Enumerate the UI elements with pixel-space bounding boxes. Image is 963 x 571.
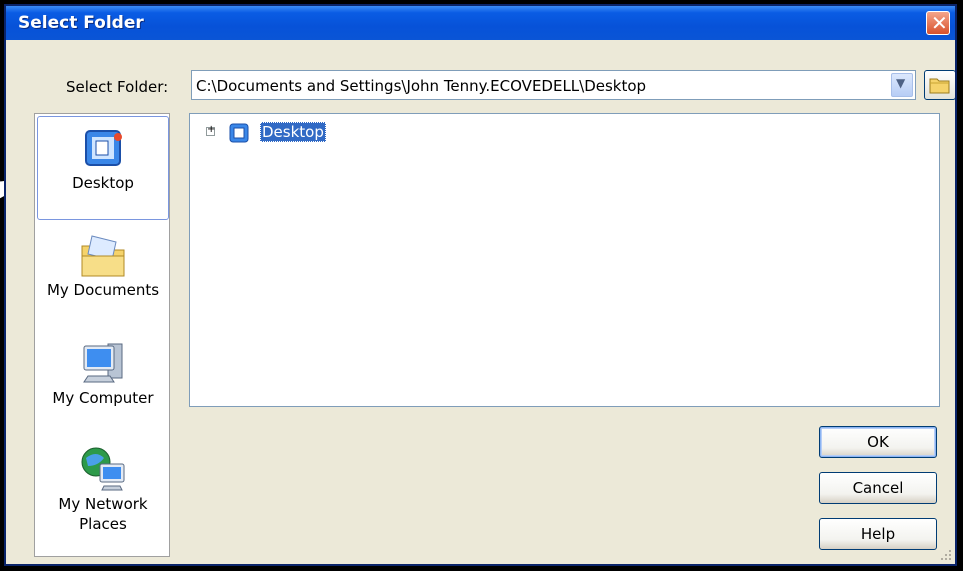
help-button[interactable]: Help	[819, 518, 937, 550]
place-label: My Network Places	[58, 495, 148, 533]
desktop-icon	[85, 130, 122, 166]
select-folder-dialog: Select Folder ✕ Select Folder: C:\Docume…	[4, 4, 957, 566]
folder-path-value[interactable]: C:\Documents and Settings\John Tenny.ECO…	[196, 77, 646, 95]
folder-path-combobox[interactable]: C:\Documents and Settings\John Tenny.ECO…	[191, 70, 916, 100]
place-my-network-places[interactable]: My Network Places	[37, 440, 169, 552]
my-computer-icon	[83, 343, 123, 383]
desktop-icon	[229, 123, 249, 143]
place-my-documents[interactable]: My Documents	[37, 224, 169, 324]
place-label: My Documents	[46, 281, 160, 299]
close-button[interactable]: ✕	[926, 11, 950, 35]
place-desktop[interactable]: Desktop	[37, 116, 169, 220]
title-bar[interactable]: Select Folder ✕	[6, 6, 955, 40]
path-dropdown-button[interactable]: ▼	[891, 73, 913, 97]
window-title: Select Folder	[18, 13, 144, 33]
cancel-button[interactable]: Cancel	[819, 472, 937, 504]
tree-item-desktop[interactable]: Desktop	[260, 122, 326, 142]
my-documents-icon	[81, 235, 125, 277]
select-folder-label: Select Folder:	[66, 78, 169, 96]
new-folder-icon	[929, 78, 950, 94]
chevron-down-icon: ▼	[896, 76, 906, 90]
resize-grip-icon[interactable]	[940, 549, 952, 561]
place-my-computer[interactable]: My Computer	[37, 332, 169, 432]
help-label: Help	[860, 525, 896, 543]
place-label: My Computer	[52, 389, 154, 407]
ok-button[interactable]: OK	[819, 426, 937, 458]
new-folder-button[interactable]	[924, 70, 955, 100]
network-places-icon	[81, 447, 125, 491]
plus-icon: +	[207, 124, 216, 135]
folder-tree[interactable]: + Desktop	[189, 113, 940, 407]
close-icon: ✕	[931, 11, 948, 35]
tree-expander[interactable]: +	[206, 124, 215, 136]
places-bar: Desktop My Documents My Computer My Netw…	[34, 113, 170, 557]
place-label: Desktop	[72, 174, 134, 192]
